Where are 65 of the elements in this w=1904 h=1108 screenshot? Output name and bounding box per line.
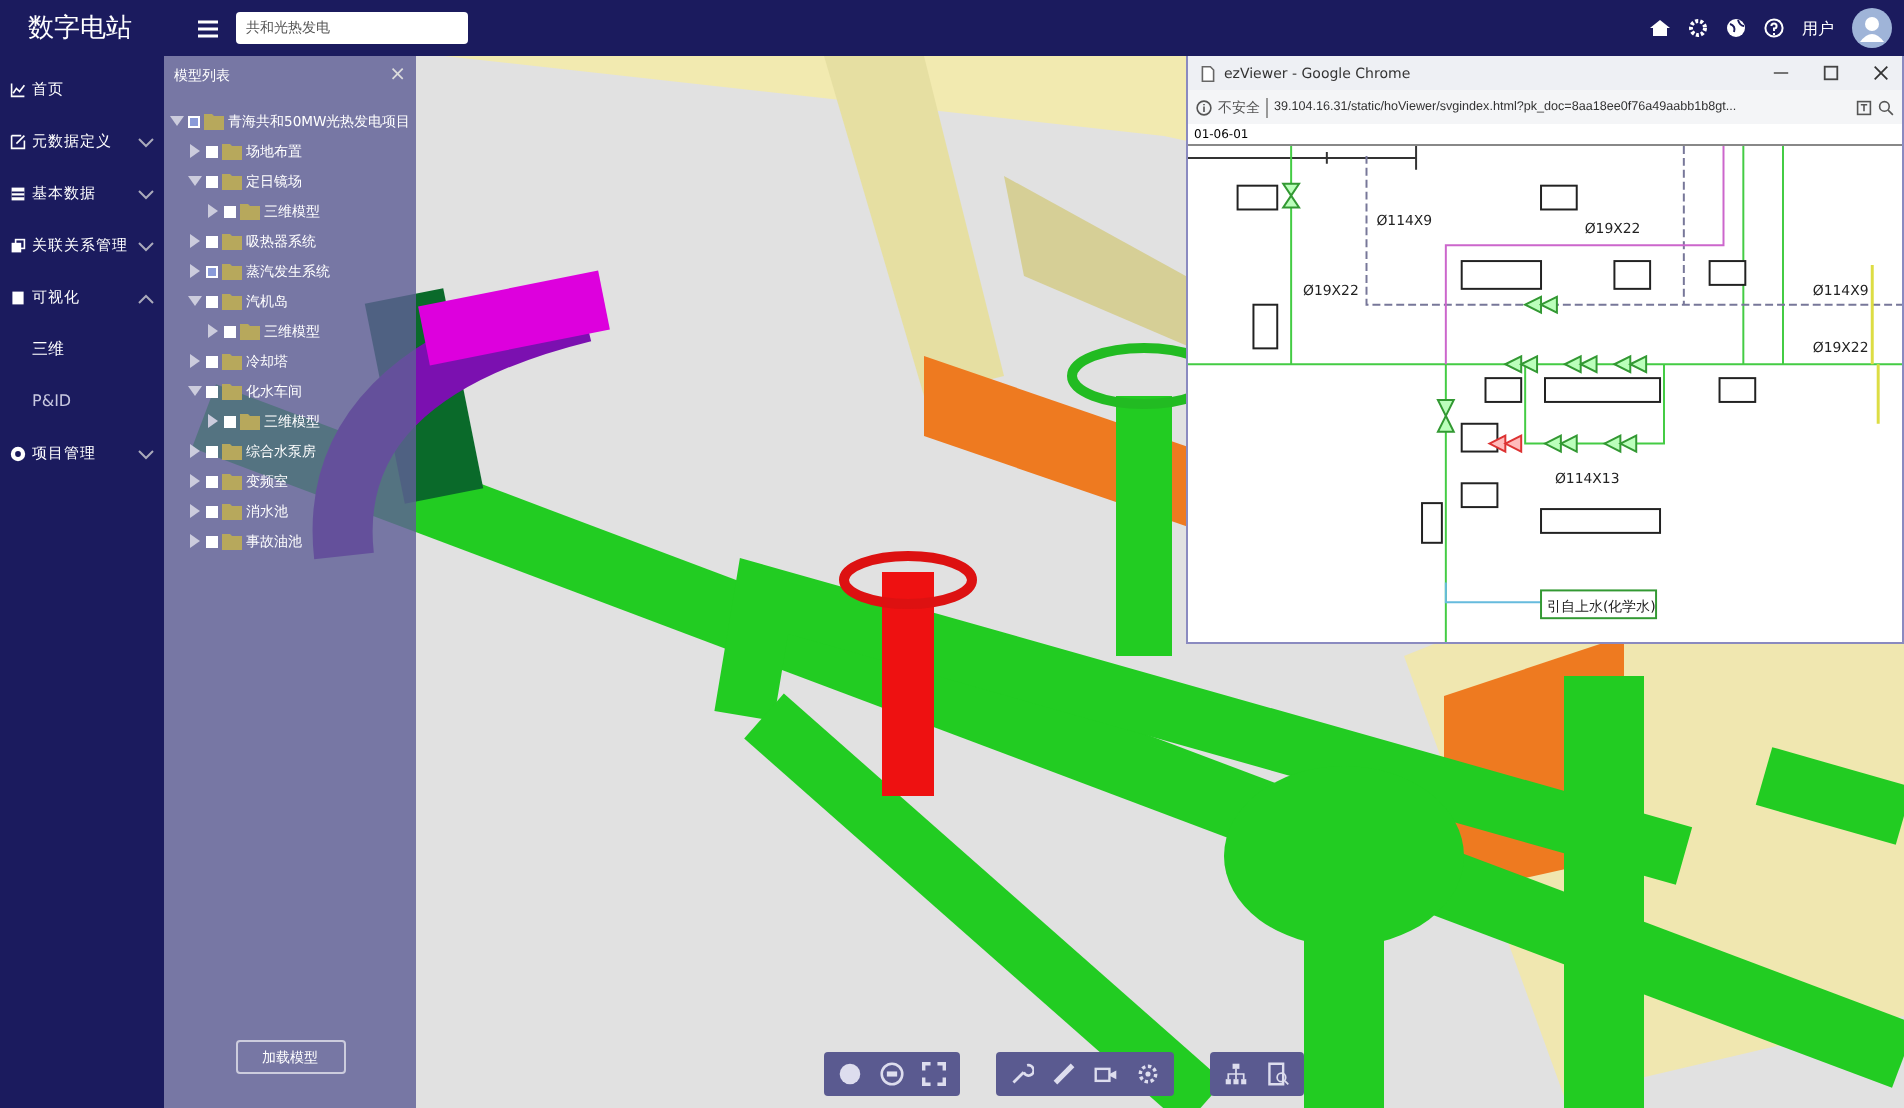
checkbox[interactable]: [206, 535, 218, 547]
sidebar-subitem[interactable]: P&ID: [0, 376, 72, 428]
checkbox[interactable]: [206, 265, 218, 277]
checkbox[interactable]: [224, 205, 236, 217]
document-search-icon[interactable]: [1266, 1062, 1290, 1086]
checkbox[interactable]: [206, 505, 218, 517]
ruler-icon[interactable]: [1052, 1062, 1076, 1086]
sidebar-subitem[interactable]: 三维: [0, 324, 64, 376]
expand-arrow-icon[interactable]: [206, 204, 220, 218]
globe-icon[interactable]: [1726, 18, 1746, 38]
checkbox[interactable]: [206, 235, 218, 247]
book-icon: [10, 290, 26, 306]
circle-icon: [10, 446, 26, 462]
collapse-arrow-icon[interactable]: [188, 174, 202, 188]
checkbox[interactable]: [206, 355, 218, 367]
expand-arrow-icon[interactable]: [206, 324, 220, 338]
chevron-icon[interactable]: [138, 449, 154, 459]
checkbox[interactable]: [206, 145, 218, 157]
fullscreen-icon[interactable]: [922, 1062, 946, 1086]
expand-arrow-icon[interactable]: [188, 144, 202, 158]
expand-arrow-icon[interactable]: [188, 474, 202, 488]
chevron-icon[interactable]: [138, 189, 154, 199]
sphere-icon[interactable]: [838, 1062, 862, 1086]
checkbox[interactable]: [206, 385, 218, 397]
checkbox[interactable]: [206, 475, 218, 487]
home-icon[interactable]: [1650, 18, 1670, 38]
wrench-icon[interactable]: [1010, 1062, 1034, 1086]
hierarchy-icon[interactable]: [1224, 1062, 1248, 1086]
app-title: 数字电站: [26, 12, 134, 46]
close-button[interactable]: ×: [389, 64, 406, 86]
collapse-arrow-icon[interactable]: [188, 384, 202, 398]
user-name[interactable]: 用户: [1802, 17, 1834, 39]
video-camera-icon[interactable]: [1094, 1062, 1118, 1086]
expand-arrow-icon[interactable]: [188, 234, 202, 248]
expand-arrow-icon[interactable]: [188, 264, 202, 278]
expand-arrow-icon[interactable]: [206, 414, 220, 428]
search-icon[interactable]: [1878, 99, 1894, 115]
info-icon: [1196, 99, 1212, 115]
checkbox[interactable]: [188, 115, 200, 127]
close-icon[interactable]: [1872, 64, 1890, 82]
chart-icon: [10, 82, 26, 98]
list-icon: [10, 186, 26, 202]
copy-icon: [10, 238, 26, 254]
chevron-icon[interactable]: [138, 241, 154, 251]
maximize-icon[interactable]: [1822, 64, 1840, 82]
checkbox[interactable]: [206, 445, 218, 457]
menu-icon[interactable]: [198, 19, 218, 37]
collapse-arrow-icon[interactable]: [188, 294, 202, 308]
checkbox[interactable]: [224, 415, 236, 427]
rotate-view-icon[interactable]: [880, 1062, 904, 1086]
expand-arrow-icon[interactable]: [188, 444, 202, 458]
expand-arrow-icon[interactable]: [188, 354, 202, 368]
expand-arrow-icon[interactable]: [188, 504, 202, 518]
avatar-icon[interactable]: [1852, 8, 1892, 48]
help-icon[interactable]: [1764, 18, 1784, 38]
checkbox[interactable]: [206, 175, 218, 187]
collapse-arrow-icon[interactable]: [170, 114, 184, 128]
chevron-icon[interactable]: [138, 293, 154, 303]
checkbox[interactable]: [206, 295, 218, 307]
edit-icon: [10, 134, 26, 150]
translate-icon[interactable]: [1856, 99, 1872, 115]
checkbox[interactable]: [224, 325, 236, 337]
expand-arrow-icon[interactable]: [188, 534, 202, 548]
chevron-icon[interactable]: [138, 137, 154, 147]
page-icon: [1200, 65, 1216, 81]
